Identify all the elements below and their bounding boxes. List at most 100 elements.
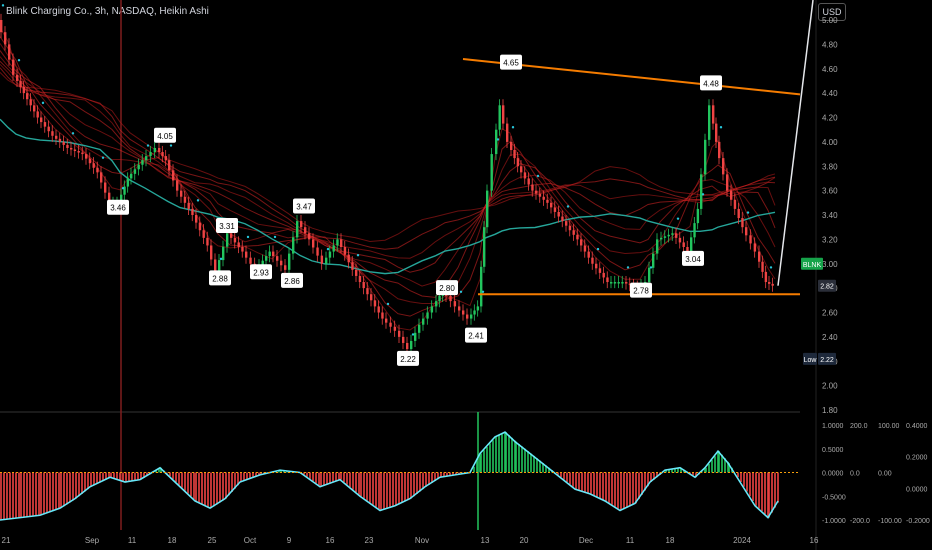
histogram-bar (72, 472, 74, 501)
candle-body (176, 180, 179, 191)
osc-axis-label: -0.5000 (822, 494, 846, 501)
histogram-bar (219, 472, 221, 503)
trailing-stop-dot (481, 290, 485, 293)
osc-axis-label: 1.0000 (822, 423, 844, 430)
candle-body (33, 105, 36, 112)
histogram-bar (608, 472, 610, 503)
candle-body (249, 257, 252, 264)
candle-body (362, 282, 365, 289)
histogram-bar (533, 455, 535, 473)
histogram-bar (352, 472, 354, 490)
x-tick-label: 23 (365, 536, 374, 545)
histogram-bar (508, 434, 510, 473)
histogram-bar (632, 472, 634, 505)
candle-body (418, 324, 421, 333)
histogram-bar (32, 472, 34, 517)
projection-line (777, 0, 814, 286)
histogram-bar (774, 472, 776, 508)
candle-body (187, 202, 190, 209)
histogram-bar (309, 472, 311, 479)
candle-body (652, 253, 655, 268)
histogram-bar (425, 472, 427, 487)
histogram-bar (372, 472, 374, 505)
candle-body (149, 152, 152, 157)
candle-body (506, 123, 509, 142)
candle-body (241, 246, 244, 252)
histogram-bar (398, 472, 400, 505)
histogram-bar (375, 472, 377, 507)
candle-body (85, 154, 88, 159)
trailing-stop-dot (701, 193, 705, 196)
y-tick-label: 3.80 (822, 162, 838, 171)
histogram-bar (752, 472, 754, 501)
candle-body (410, 340, 413, 350)
candle-body (398, 330, 401, 337)
candle-body (351, 262, 354, 270)
candle-body (656, 239, 659, 254)
candle-body (406, 342, 409, 350)
histogram-bar (201, 472, 203, 504)
histogram-bar (323, 472, 325, 486)
candle-body (137, 164, 140, 170)
candle-body (296, 221, 299, 238)
candle-body (722, 158, 725, 175)
histogram-bar (20, 472, 22, 518)
histogram-bar (749, 472, 751, 497)
histogram-bar (530, 453, 532, 473)
ma-ribbon-line (0, 50, 776, 298)
y-tick-label: 4.20 (822, 114, 838, 123)
candle-body (161, 152, 164, 157)
x-tick-label: 18 (168, 536, 177, 545)
histogram-bar (195, 472, 197, 501)
price-callout-label: 3.31 (219, 222, 235, 231)
y-tick-label: 3.20 (822, 235, 838, 244)
histogram-bar (216, 472, 218, 505)
candle-body (625, 282, 628, 284)
candle-body (36, 111, 39, 118)
candle-body (704, 139, 707, 175)
candle-body (741, 218, 744, 228)
candle-body (453, 301, 457, 307)
osc-axis-label: 100.00 (878, 423, 900, 430)
trailing-stop-dot (411, 333, 415, 336)
histogram-bar (96, 472, 98, 484)
trailing-stop-dot (246, 235, 250, 239)
candle-body (16, 74, 19, 81)
trailing-stop-dot (41, 101, 45, 105)
trailing-stop-dot (676, 217, 680, 220)
candle-body (70, 147, 73, 150)
histogram-bar (605, 472, 607, 501)
candle-body (430, 306, 434, 313)
histogram-bar (413, 472, 415, 497)
histogram-bar (358, 472, 360, 495)
histogram-bar (611, 472, 613, 505)
x-tick-label: 11 (626, 536, 635, 545)
histogram-bar (614, 472, 616, 507)
histogram-bar (184, 472, 186, 491)
candle-body (483, 227, 486, 267)
candle-body (325, 257, 328, 264)
x-tick-label: Nov (415, 536, 429, 545)
candle-body (538, 193, 542, 197)
histogram-bar (761, 472, 763, 512)
candle-body (288, 253, 291, 270)
histogram-bar (623, 472, 625, 510)
histogram-bar (378, 472, 380, 510)
candle-body (690, 237, 693, 252)
histogram-bar (764, 472, 766, 514)
candle-body (745, 227, 748, 236)
x-tick-label: 16 (326, 536, 335, 545)
histogram-bar (714, 456, 716, 473)
candle-body (62, 141, 65, 145)
histogram-bar (116, 472, 118, 480)
histogram-bar (492, 440, 494, 473)
candle-body (606, 277, 609, 283)
histogram-bar (629, 472, 631, 507)
x-tick-label: 25 (208, 536, 217, 545)
candle-body (126, 178, 130, 187)
candle-body (712, 105, 715, 124)
chart-canvas[interactable]: 5.00 4.80 4.60 4.40 4.20 4.00 3.80 3.60 3.40 3.20… (0, 0, 932, 550)
candle-body (761, 261, 764, 272)
candle-body (414, 332, 417, 341)
y-tick-label: 4.40 (822, 89, 838, 98)
